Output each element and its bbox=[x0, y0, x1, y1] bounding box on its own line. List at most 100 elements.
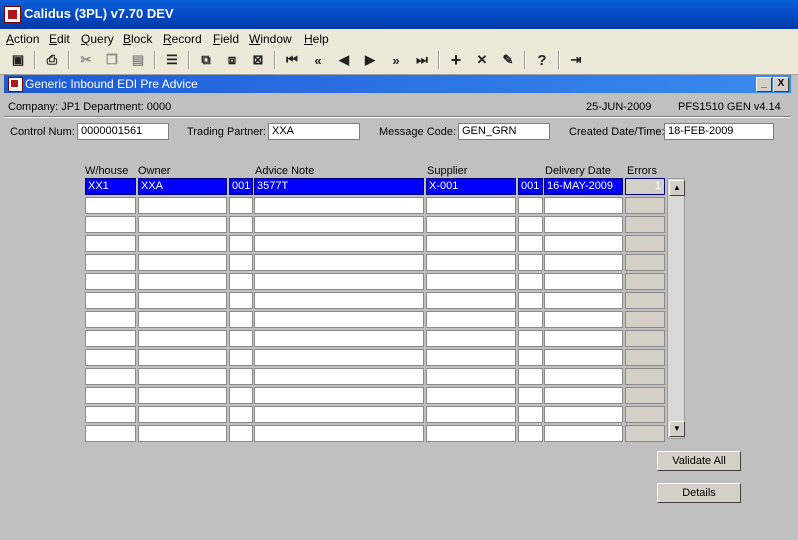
owner-code-cell[interactable] bbox=[229, 197, 253, 214]
whouse-cell[interactable] bbox=[85, 254, 136, 271]
menu-help[interactable]: Help bbox=[304, 32, 329, 46]
supplier-code-cell[interactable] bbox=[518, 330, 543, 347]
query-enter-icon[interactable]: ⧉ bbox=[196, 50, 216, 70]
supplier-cell[interactable] bbox=[426, 197, 516, 214]
whouse-cell[interactable] bbox=[85, 273, 136, 290]
trading-partner-field[interactable]: XXA bbox=[268, 123, 360, 140]
advice-note-cell[interactable] bbox=[254, 330, 424, 347]
whouse-cell[interactable] bbox=[85, 406, 136, 423]
supplier-cell[interactable] bbox=[426, 425, 516, 442]
owner-cell[interactable] bbox=[138, 216, 227, 233]
owner-code-cell[interactable] bbox=[229, 235, 253, 252]
save-icon[interactable]: ▣ bbox=[8, 50, 28, 70]
delivery-date-cell[interactable] bbox=[544, 254, 623, 271]
menu-field[interactable]: Field bbox=[213, 32, 239, 46]
created-date-field[interactable]: 18-FEB-2009 bbox=[664, 123, 774, 140]
query-cancel-icon[interactable]: ⊠ bbox=[248, 50, 268, 70]
errors-cell[interactable] bbox=[625, 349, 665, 366]
print-icon[interactable]: ⎙ bbox=[42, 50, 62, 70]
supplier-code-cell[interactable] bbox=[518, 425, 543, 442]
advice-note-cell[interactable] bbox=[254, 425, 424, 442]
whouse-cell[interactable]: XX1 bbox=[85, 178, 136, 195]
owner-code-cell[interactable] bbox=[229, 330, 253, 347]
supplier-code-cell[interactable] bbox=[518, 292, 543, 309]
advice-note-cell[interactable] bbox=[254, 387, 424, 404]
supplier-cell[interactable] bbox=[426, 368, 516, 385]
delivery-date-cell[interactable] bbox=[544, 216, 623, 233]
supplier-cell[interactable] bbox=[426, 235, 516, 252]
whouse-cell[interactable] bbox=[85, 235, 136, 252]
scroll-down-icon[interactable]: ▼ bbox=[669, 421, 685, 437]
owner-code-cell[interactable] bbox=[229, 311, 253, 328]
whouse-cell[interactable] bbox=[85, 387, 136, 404]
supplier-code-cell[interactable] bbox=[518, 387, 543, 404]
owner-code-cell[interactable] bbox=[229, 387, 253, 404]
owner-cell[interactable] bbox=[138, 273, 227, 290]
owner-cell[interactable] bbox=[138, 425, 227, 442]
paste-icon[interactable]: ▤ bbox=[128, 50, 148, 70]
supplier-cell[interactable] bbox=[426, 311, 516, 328]
advice-note-cell[interactable] bbox=[254, 349, 424, 366]
close-button[interactable]: X bbox=[773, 77, 789, 92]
errors-cell[interactable] bbox=[625, 406, 665, 423]
owner-cell[interactable] bbox=[138, 330, 227, 347]
supplier-cell[interactable] bbox=[426, 216, 516, 233]
copy-icon[interactable]: ❐ bbox=[102, 50, 122, 70]
supplier-code-cell[interactable] bbox=[518, 349, 543, 366]
errors-cell[interactable] bbox=[625, 197, 665, 214]
advice-note-cell[interactable] bbox=[254, 235, 424, 252]
supplier-code-cell[interactable] bbox=[518, 254, 543, 271]
whouse-cell[interactable] bbox=[85, 368, 136, 385]
whouse-cell[interactable] bbox=[85, 311, 136, 328]
whouse-cell[interactable] bbox=[85, 216, 136, 233]
owner-code-cell[interactable] bbox=[229, 368, 253, 385]
owner-code-cell[interactable]: 001 bbox=[229, 178, 253, 195]
message-code-field[interactable]: GEN_GRN bbox=[458, 123, 550, 140]
query-execute-icon[interactable]: ⧈ bbox=[222, 50, 242, 70]
details-button[interactable]: Details bbox=[657, 483, 741, 503]
advice-note-cell[interactable] bbox=[254, 311, 424, 328]
owner-cell[interactable] bbox=[138, 311, 227, 328]
owner-code-cell[interactable] bbox=[229, 216, 253, 233]
owner-code-cell[interactable] bbox=[229, 254, 253, 271]
errors-cell[interactable] bbox=[625, 330, 665, 347]
owner-cell[interactable] bbox=[138, 387, 227, 404]
owner-cell[interactable] bbox=[138, 254, 227, 271]
menu-edit[interactable]: Edit bbox=[49, 32, 70, 46]
validate-all-button[interactable]: Validate All bbox=[657, 451, 741, 471]
whouse-cell[interactable] bbox=[85, 349, 136, 366]
supplier-code-cell[interactable] bbox=[518, 235, 543, 252]
list-icon[interactable]: ☰ bbox=[162, 50, 182, 70]
supplier-cell[interactable] bbox=[426, 292, 516, 309]
scroll-up-icon[interactable]: ▲ bbox=[669, 180, 685, 196]
owner-cell[interactable] bbox=[138, 197, 227, 214]
owner-code-cell[interactable] bbox=[229, 406, 253, 423]
delivery-date-cell[interactable] bbox=[544, 368, 623, 385]
advice-note-cell[interactable] bbox=[254, 292, 424, 309]
cut-icon[interactable]: ✂ bbox=[76, 50, 96, 70]
supplier-code-cell[interactable] bbox=[518, 311, 543, 328]
advice-note-cell[interactable] bbox=[254, 368, 424, 385]
supplier-code-cell[interactable]: 001 bbox=[518, 178, 543, 195]
menu-window[interactable]: Window bbox=[249, 32, 292, 46]
owner-cell[interactable] bbox=[138, 368, 227, 385]
previous-record-icon[interactable]: ◀ bbox=[334, 50, 354, 70]
owner-code-cell[interactable] bbox=[229, 349, 253, 366]
delivery-date-cell[interactable] bbox=[544, 330, 623, 347]
next-record-icon[interactable]: ▶ bbox=[360, 50, 380, 70]
delivery-date-cell[interactable] bbox=[544, 349, 623, 366]
owner-cell[interactable] bbox=[138, 235, 227, 252]
errors-cell[interactable] bbox=[625, 273, 665, 290]
menu-block[interactable]: Block bbox=[123, 32, 152, 46]
delivery-date-cell[interactable] bbox=[544, 311, 623, 328]
owner-cell[interactable]: XXA bbox=[138, 178, 227, 195]
whouse-cell[interactable] bbox=[85, 330, 136, 347]
supplier-cell[interactable] bbox=[426, 273, 516, 290]
errors-cell[interactable] bbox=[625, 216, 665, 233]
previous-block-icon[interactable]: « bbox=[308, 50, 328, 70]
errors-cell[interactable]: 1 bbox=[625, 178, 665, 195]
errors-cell[interactable] bbox=[625, 368, 665, 385]
supplier-cell[interactable] bbox=[426, 349, 516, 366]
supplier-code-cell[interactable] bbox=[518, 216, 543, 233]
delivery-date-cell[interactable] bbox=[544, 425, 623, 442]
